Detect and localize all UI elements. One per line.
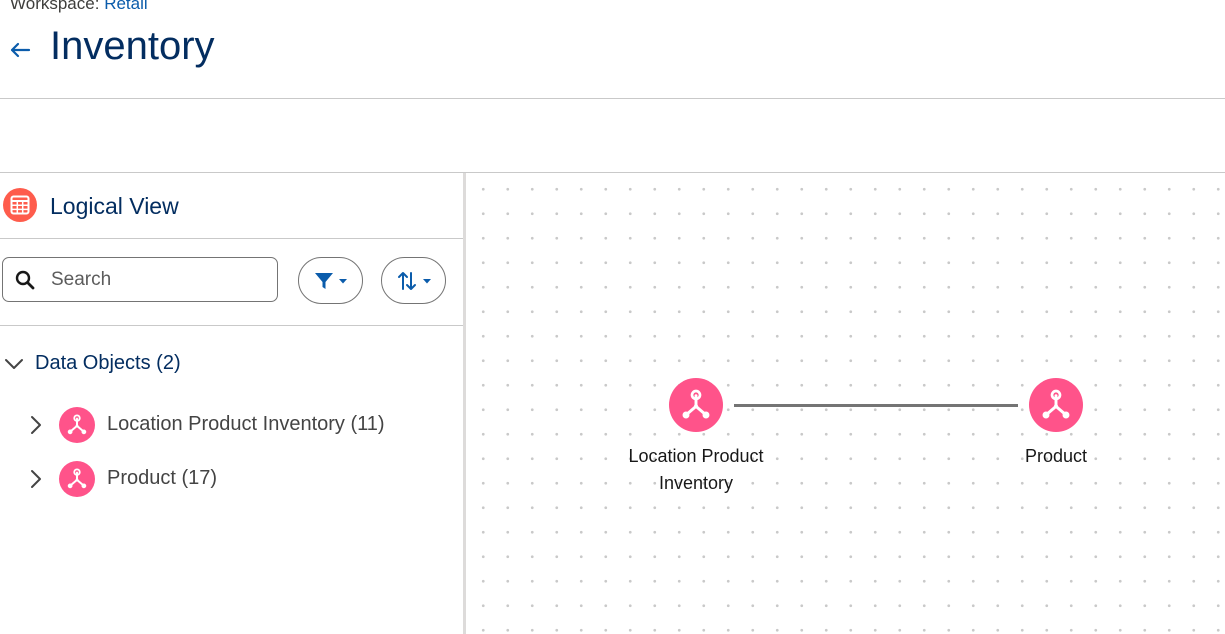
table-grid-icon — [3, 188, 37, 222]
tree-item-product[interactable]: Product (17) — [0, 459, 460, 499]
toolbar-area — [0, 99, 1225, 173]
section-data-objects[interactable]: Data Objects (2) — [0, 349, 460, 379]
data-object-icon — [1042, 389, 1070, 419]
search-input[interactable] — [51, 266, 266, 294]
chevron-right-icon[interactable] — [26, 469, 46, 489]
search-icon — [15, 270, 35, 290]
data-object-icon — [59, 461, 95, 497]
node-label: Location Product Inventory — [628, 446, 764, 493]
diagram-canvas[interactable]: Location Product Inventory Product — [466, 173, 1225, 634]
tree-item-location-product-inventory[interactable]: Location Product Inventory (11) — [0, 405, 460, 445]
sort-button[interactable] — [381, 257, 446, 304]
back-arrow-icon — [10, 42, 31, 58]
node-label: Product — [1024, 446, 1088, 466]
chevron-right-icon[interactable] — [26, 415, 46, 435]
tree-item-label: Product (17) — [107, 467, 218, 489]
workspace-breadcrumb: Workspace: Retail — [10, 0, 148, 14]
chevron-down-icon — [338, 278, 347, 283]
sort-icon — [397, 271, 416, 290]
panel-title: Logical View — [50, 193, 179, 219]
section-label: Data Objects (2) — [35, 352, 181, 374]
page-header: Workspace: Retail Inventory — [0, 0, 1225, 99]
panel-divider — [0, 325, 463, 326]
filter-icon — [314, 272, 333, 289]
logical-view-panel: Logical View Data Objects (2) — [0, 173, 466, 634]
data-object-icon — [682, 389, 710, 419]
node-location-product-inventory[interactable] — [669, 378, 723, 432]
page-title: Inventory — [50, 24, 215, 68]
node-product[interactable] — [1029, 378, 1083, 432]
search-box[interactable] — [2, 257, 278, 302]
tree-item-label: Location Product Inventory (11) — [107, 413, 385, 435]
relationship-edge[interactable] — [734, 404, 1018, 407]
chevron-down-icon — [5, 359, 23, 369]
workspace-prefix: Workspace: — [10, 0, 100, 13]
chevron-down-icon — [422, 278, 431, 283]
panel-header: Logical View — [0, 173, 463, 239]
back-button[interactable] — [6, 36, 34, 64]
filter-button[interactable] — [298, 257, 363, 304]
workspace-link[interactable]: Retail — [104, 0, 147, 13]
data-object-icon — [59, 407, 95, 443]
